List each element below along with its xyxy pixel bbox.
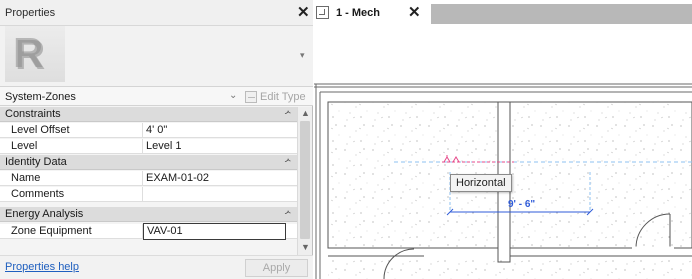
prop-name: Name bbox=[5, 171, 143, 186]
properties-scrollbar[interactable]: ▲ ▼ bbox=[297, 107, 312, 255]
tab-1-mech[interactable]: 1 - Mech ✕ bbox=[314, 0, 421, 26]
svg-text:R: R bbox=[13, 29, 43, 76]
chevron-down-icon[interactable]: ⌄ bbox=[229, 90, 237, 101]
edit-type-label: Edit Type bbox=[260, 91, 306, 103]
group-identity-data[interactable]: Identity Data ᄼ bbox=[0, 155, 297, 170]
group-energy-analysis[interactable]: Energy Analysis ᄼ bbox=[0, 207, 297, 222]
tab-label: 1 - Mech bbox=[336, 7, 381, 19]
properties-header: Properties ✕ bbox=[0, 0, 313, 26]
properties-close-icon[interactable]: ✕ bbox=[297, 3, 310, 21]
prop-name: Level bbox=[5, 139, 143, 154]
type-selector-value: System-Zones bbox=[5, 91, 76, 103]
type-image-area: R R ▾ bbox=[0, 26, 313, 86]
prop-value[interactable] bbox=[143, 187, 286, 202]
snap-tooltip: Horizontal bbox=[450, 174, 512, 192]
zone-equipment-input[interactable]: VAV-01 bbox=[143, 223, 286, 240]
properties-panel: Properties ✕ R R ▾ System-Zones ⌄ Edit T… bbox=[0, 0, 313, 279]
prop-value[interactable]: 4' 0" bbox=[143, 123, 286, 138]
tab-bar-empty-area bbox=[431, 4, 692, 24]
prop-row-zone-equipment[interactable]: Zone Equipment VAV-01 bbox=[0, 223, 297, 240]
type-selector[interactable]: System-Zones ⌄ Edit Type bbox=[0, 86, 313, 106]
room-right[interactable] bbox=[509, 101, 692, 249]
tab-close-icon[interactable]: ✕ bbox=[408, 3, 421, 21]
group-constraints[interactable]: Constraints ᄼ bbox=[0, 107, 297, 122]
group-label: Constraints bbox=[5, 108, 61, 120]
properties-grid: Constraints ᄼ Level Offset 4' 0" Level L… bbox=[0, 107, 297, 242]
dimension-text[interactable]: 9' - 6" bbox=[508, 199, 535, 210]
prop-row-level[interactable]: Level Level 1 bbox=[0, 139, 297, 154]
edit-type-icon bbox=[245, 91, 257, 103]
floor-plan-drawing bbox=[314, 82, 692, 279]
apply-button[interactable]: Apply bbox=[245, 259, 308, 277]
drawing-canvas[interactable]: 9' - 6" Horizontal bbox=[314, 26, 692, 279]
floor-plan-view-icon bbox=[316, 6, 329, 19]
group-label: Identity Data bbox=[5, 156, 67, 168]
properties-footer: Properties help Apply bbox=[0, 255, 313, 279]
prop-name: Level Offset bbox=[5, 123, 143, 138]
scroll-thumb[interactable] bbox=[300, 121, 310, 239]
prop-row-level-offset[interactable]: Level Offset 4' 0" bbox=[0, 123, 297, 138]
scroll-up-icon[interactable]: ▲ bbox=[301, 108, 310, 118]
view-tab-bar: 1 - Mech ✕ bbox=[314, 0, 692, 26]
scroll-down-icon[interactable]: ▼ bbox=[301, 242, 310, 252]
collapse-icon[interactable]: ᄼ bbox=[284, 156, 292, 169]
type-image-dropdown-icon[interactable]: ▾ bbox=[300, 50, 305, 61]
prop-value[interactable]: EXAM-01-02 bbox=[143, 171, 286, 186]
edit-type-button[interactable]: Edit Type bbox=[245, 89, 306, 105]
collapse-icon[interactable]: ᄼ bbox=[284, 108, 292, 121]
group-label: Energy Analysis bbox=[5, 208, 84, 220]
prop-value[interactable]: Level 1 bbox=[143, 139, 286, 154]
properties-title: Properties bbox=[5, 7, 56, 19]
corridor bbox=[328, 260, 692, 279]
prop-row-name[interactable]: Name EXAM-01-02 bbox=[0, 171, 297, 186]
prop-name: Comments bbox=[5, 187, 143, 202]
prop-row-comments[interactable]: Comments bbox=[0, 187, 297, 202]
properties-help-link[interactable]: Properties help bbox=[5, 261, 79, 273]
prop-name: Zone Equipment bbox=[5, 224, 143, 239]
revit-r-logo-icon: R R bbox=[5, 26, 65, 82]
collapse-icon[interactable]: ᄼ bbox=[284, 208, 292, 221]
